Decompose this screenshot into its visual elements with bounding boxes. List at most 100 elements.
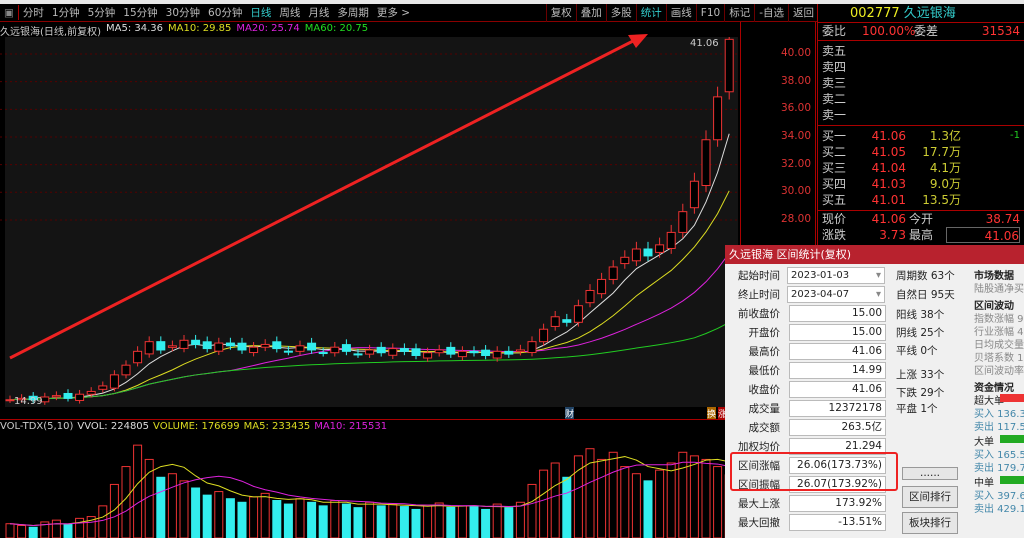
volume-bar — [318, 505, 328, 538]
field-value: 15.00 — [789, 324, 886, 341]
buy-label: 买三 — [822, 161, 847, 175]
volume-bar — [28, 526, 38, 538]
price-tick: 34.00 — [780, 129, 811, 142]
field-label: 最低价 — [748, 365, 781, 377]
field-label: 前收盘价 — [738, 308, 780, 320]
volume-bar — [307, 501, 317, 538]
field-value: 263.5亿 — [789, 419, 886, 436]
interval-stats-dialog: 久远银海 区间统计(复权) 起始时间 2023-01-03 终止时间 2023-… — [725, 245, 1024, 538]
volume-chart[interactable] — [0, 432, 740, 538]
volume-bar — [492, 503, 502, 538]
fund-bar — [1000, 476, 1024, 484]
volume-bar — [330, 500, 340, 538]
stat-item: 下跌 29个 — [896, 387, 945, 399]
volume-bar — [678, 451, 688, 538]
buy-volume: 13.5万 — [922, 193, 961, 207]
volume-bar — [388, 503, 398, 538]
weibi-label: 委比 — [822, 24, 847, 38]
stat-item: 阴线 25个 — [896, 327, 945, 339]
change-label: 涨跌 — [822, 228, 847, 242]
price-tick: 36.00 — [780, 102, 811, 115]
weibi-value: 100.00% — [862, 24, 916, 38]
sell-level: 卖一 — [818, 107, 1024, 123]
end-time-label: 终止时间 — [738, 289, 780, 301]
volume-bar — [655, 469, 665, 538]
sell-level: 卖五 — [818, 43, 1024, 59]
market-item: 区间波动率 — [974, 366, 1024, 377]
price-label: 现价 — [822, 212, 847, 226]
sell-label: 卖三 — [822, 76, 847, 90]
sell-level: 卖三 — [818, 75, 1024, 91]
volume-bar — [527, 483, 537, 538]
fund-bar — [1000, 435, 1024, 443]
buy-volume: 9.0万 — [929, 177, 961, 191]
field-label: 最大回撤 — [738, 517, 780, 529]
buy-label: 买四 — [822, 177, 847, 191]
stat-item: 上涨 33个 — [896, 369, 945, 381]
volume-bar — [562, 476, 572, 538]
volume-bar — [504, 507, 514, 538]
field-value: 12372178 — [789, 400, 886, 417]
price-tick: 40.00 — [780, 47, 811, 59]
volume-bar — [701, 458, 711, 538]
stat-item: 平盘 1个 — [896, 403, 938, 415]
field-value: 173.92% — [789, 495, 886, 512]
buy-level[interactable]: 买二 41.05 17.7万 — [818, 144, 1024, 160]
volume-bar — [167, 473, 177, 538]
volume-bar — [631, 473, 641, 538]
volume-bar — [689, 455, 699, 538]
buy-change: -1 — [1010, 130, 1020, 141]
buy-level[interactable]: 买五 41.01 13.5万 — [818, 192, 1024, 208]
volume-bar — [214, 491, 224, 538]
volume-bar — [75, 517, 85, 538]
volume-bar — [202, 494, 212, 538]
highlight-box — [730, 452, 898, 491]
more-button[interactable]: ...... — [902, 467, 958, 480]
volume-bar — [225, 498, 235, 538]
interval-rank-button[interactable]: 区间排行 — [902, 486, 958, 508]
change-value: 3.73 — [879, 228, 906, 242]
buy-price: 41.04 — [871, 161, 906, 175]
volume-bar — [666, 462, 676, 538]
volume-bar — [63, 523, 73, 538]
price-tick: 32.00 — [780, 157, 811, 170]
tool-button[interactable]: -自选 — [754, 3, 788, 22]
volume-bar — [133, 444, 143, 538]
market-item: 卖出 429.1 — [974, 504, 1024, 515]
sector-rank-button[interactable]: 板块排行 — [902, 512, 958, 534]
buy-label: 买二 — [822, 145, 847, 159]
buy-level[interactable]: 买三 41.04 4.1万 — [818, 160, 1024, 176]
volume-bar — [353, 507, 363, 538]
volume-bar — [17, 525, 27, 538]
tool-button[interactable]: 返回 — [788, 3, 818, 22]
weicha-value: 31534 — [981, 24, 1020, 38]
start-time-select[interactable]: 2023-01-03 — [787, 267, 885, 284]
dialog-title[interactable]: 久远银海 区间统计(复权) — [725, 245, 1024, 264]
stat-item: 周期数 63个 — [896, 270, 955, 282]
start-time-label: 起始时间 — [738, 270, 780, 282]
volume-bar — [341, 503, 351, 538]
volume-bar — [481, 508, 491, 538]
field-label: 最高价 — [748, 346, 781, 358]
volume-bar — [597, 458, 607, 538]
stock-name: 久远银海 — [903, 6, 956, 21]
open-label: 今开 — [909, 212, 934, 226]
field-value: -13.51% — [789, 514, 886, 531]
volume-bar — [608, 451, 618, 538]
market-item: 卖出 179.7 — [974, 463, 1024, 474]
volume-bar — [98, 505, 108, 538]
volume-bar — [376, 505, 386, 538]
buy-price: 41.03 — [871, 177, 906, 191]
buy-level[interactable]: 买一 41.06 1.3亿 -1 — [818, 128, 1024, 144]
volume-bar — [249, 496, 259, 538]
buy-level[interactable]: 买四 41.03 9.0万 — [818, 176, 1024, 192]
end-time-select[interactable]: 2023-04-07 — [787, 286, 885, 303]
price-value: 41.06 — [871, 212, 906, 226]
volume-bar — [156, 476, 166, 538]
weicha-label: 委差 — [914, 24, 939, 38]
volume-bar — [260, 492, 270, 538]
volume-bar — [457, 505, 467, 538]
market-item: 陆股通净买 — [974, 284, 1024, 295]
volume-bar — [365, 501, 375, 538]
buy-price: 41.06 — [871, 129, 906, 143]
